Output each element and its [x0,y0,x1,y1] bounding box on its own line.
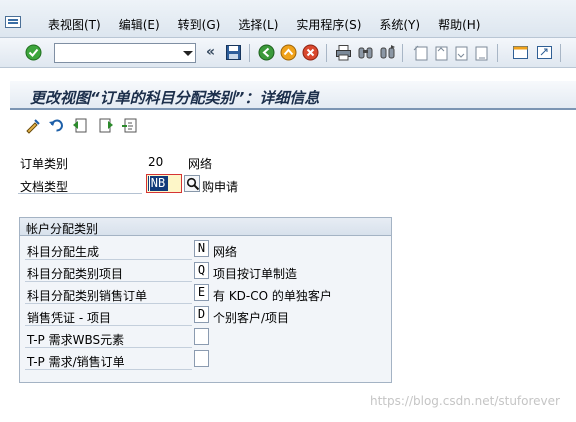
row-underline [25,281,192,282]
tp-wbs-checkbox[interactable] [194,328,209,345]
find-next-icon[interactable] [379,44,396,61]
magnifier-icon [186,177,200,191]
previous-entry-icon[interactable] [71,117,88,134]
menu-utilities[interactable]: 实用程序(S) [287,16,370,33]
row-label-acct-generation: 科目分配生成 [27,245,100,259]
search-help-button[interactable] [184,175,200,192]
group-header: 帐户分配类别 [20,218,391,236]
cancel-icon[interactable] [302,44,319,61]
menu-bar: 表视图(T) 编辑(E) 转到(G) 选择(L) 实用程序(S) 系统(Y) 帮… [0,0,576,38]
sales-doc-project-field[interactable]: D [194,306,209,323]
toolbar-separator [249,44,250,62]
toolbar-separator [326,44,327,62]
group-title: 帐户分配类别 [26,222,99,236]
chevron-down-icon[interactable] [183,51,193,56]
watermark-text: https://blog.csdn.net/stuforever [370,394,560,408]
save-icon[interactable] [225,44,242,61]
menu-system[interactable]: 系统(Y) [370,16,429,33]
back-icon[interactable] [258,44,275,61]
account-assignment-group: 帐户分配类别 科目分配生成 N 网络 科目分配类别项目 Q 项目按订单制造 科目… [19,217,392,383]
row-underline [25,303,192,304]
acct-generation-field[interactable]: N [194,240,209,257]
menu-items: 表视图(T) 编辑(E) 转到(G) 选择(L) 实用程序(S) 系统(Y) 帮… [39,16,489,33]
last-page-icon[interactable] [472,44,489,61]
row-label-acct-project: 科目分配类别项目 [27,267,124,281]
acct-project-description: 项目按订单制造 [213,267,298,281]
row-underline [25,325,192,326]
row-label-acct-sales-order: 科目分配类别销售订单 [27,289,148,303]
label-underline [18,193,142,194]
acct-sales-order-description: 有 KD-CO 的单独客户 [213,289,332,303]
menu-goto[interactable]: 转到(G) [169,16,230,33]
next-page-icon[interactable] [452,44,469,61]
toolbar-separator [497,44,498,62]
row-underline [25,347,192,348]
select-entry-icon[interactable] [121,117,138,134]
create-shortcut-icon[interactable] [536,44,553,61]
row-underline [25,369,192,370]
order-category-value: 20 [148,155,164,169]
row-label-tp-sales-order: T-P 需求/销售订单 [27,355,125,369]
document-type-input-value: NB [148,176,168,191]
print-icon[interactable] [335,44,352,61]
menu-table-view[interactable]: 表视图(T) [39,16,110,33]
previous-page-icon[interactable] [432,44,449,61]
new-session-icon[interactable] [512,44,529,61]
next-entry-icon[interactable] [98,117,115,134]
tp-sales-order-checkbox[interactable] [194,350,209,367]
menu-edit[interactable]: 编辑(E) [110,16,169,33]
acct-project-field[interactable]: Q [194,262,209,279]
sales-doc-project-description: 个别客户/项目 [213,311,290,325]
row-label-tp-wbs: T-P 需求WBS元素 [27,333,125,347]
menu-help[interactable]: 帮助(H) [429,16,489,33]
order-category-label: 订单类别 [20,157,69,171]
window-menu-icon[interactable] [5,16,21,28]
acct-generation-description: 网络 [213,245,238,259]
page-title: 更改视图“订单的科目分配类别”：详细信息 [30,89,320,107]
command-field[interactable] [54,43,196,63]
row-underline [25,259,192,260]
text-cursor [149,176,150,191]
first-page-icon[interactable] [412,44,429,61]
standard-toolbar: « [0,38,576,68]
toolbar-separator [560,44,561,62]
display-change-icon[interactable] [25,117,42,134]
toolbar-separator [402,44,403,62]
row-label-sales-doc-project: 销售凭证 - 项目 [27,311,111,325]
order-category-description: 网络 [188,157,213,171]
enter-check-icon[interactable] [25,44,42,61]
double-chevron-left-icon[interactable]: « [206,44,215,60]
document-type-description: 购申请 [202,180,239,194]
title-bar: 更改视图“订单的科目分配类别”：详细信息 [10,81,576,110]
exit-icon[interactable] [280,44,297,61]
find-icon[interactable] [357,44,374,61]
undo-icon[interactable] [48,117,65,134]
menu-select[interactable]: 选择(L) [229,16,287,33]
acct-sales-order-field[interactable]: E [194,284,209,301]
document-type-input[interactable]: NB [146,174,182,193]
